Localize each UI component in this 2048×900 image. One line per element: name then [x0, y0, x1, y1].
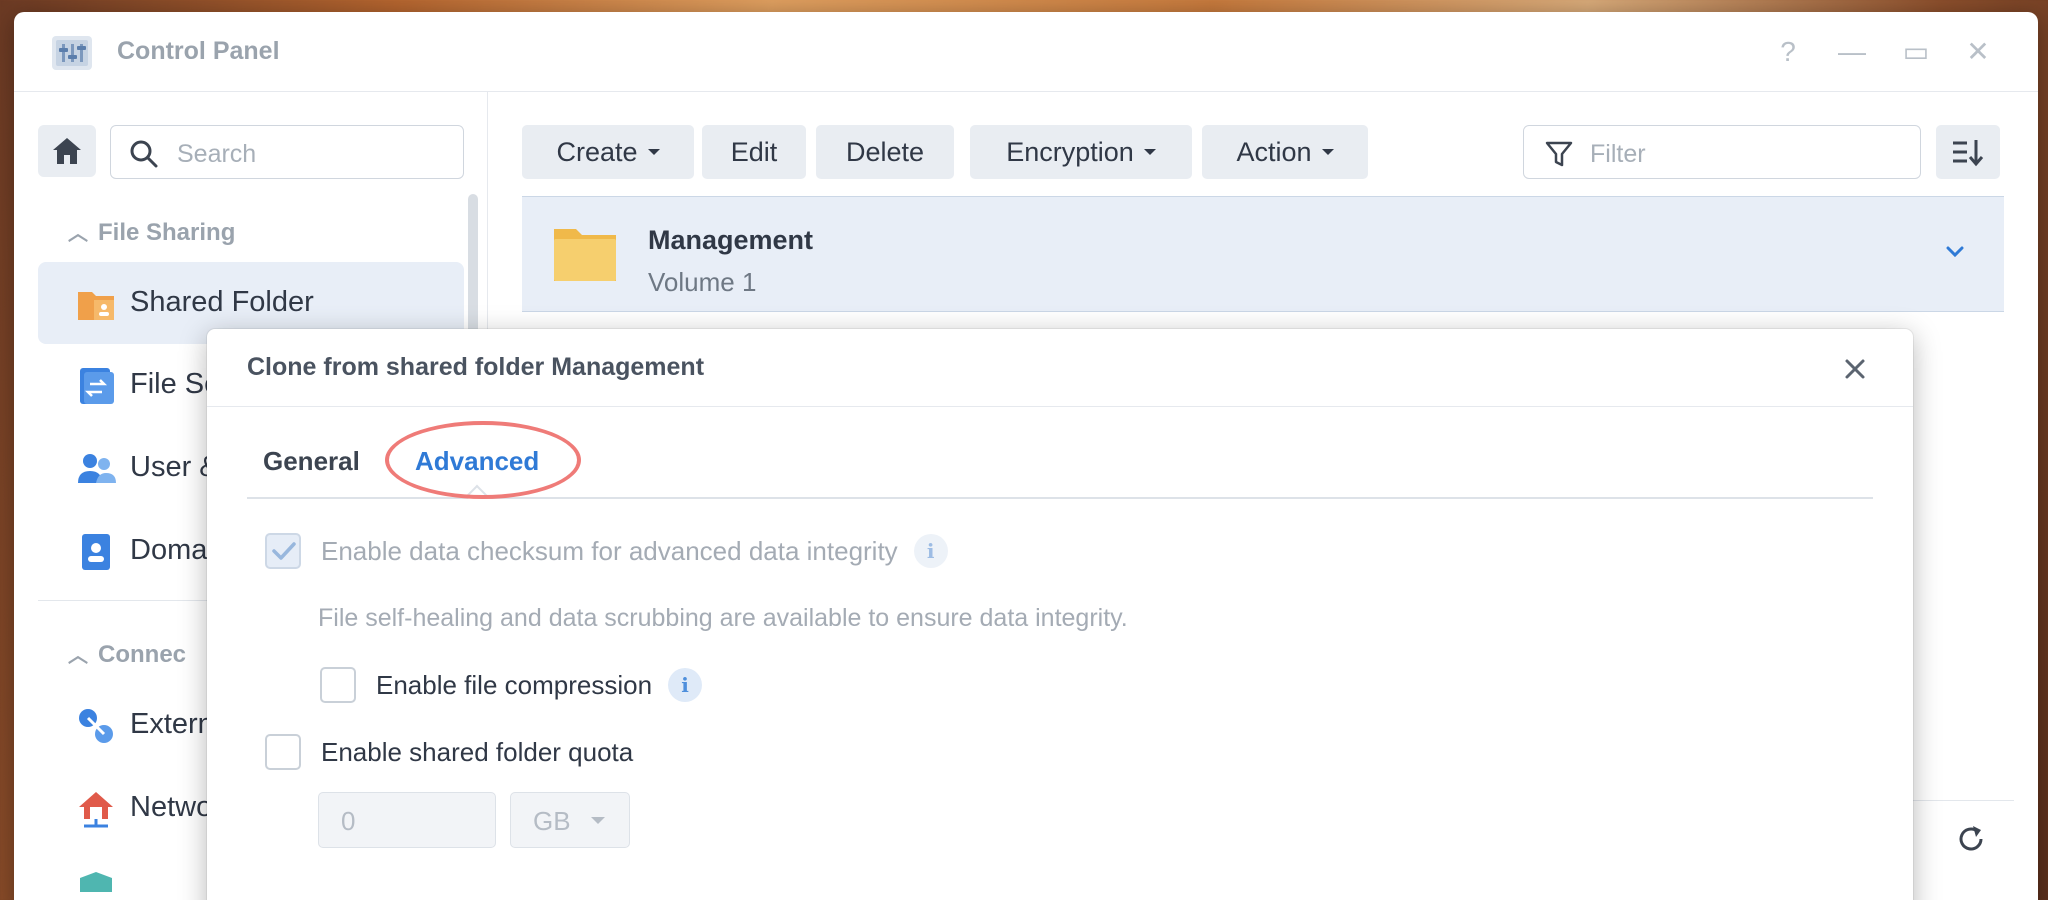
filter-placeholder: Filter: [1590, 140, 1646, 168]
minimize-button[interactable]: —: [1834, 34, 1870, 70]
delete-label: Delete: [845, 136, 925, 167]
filter-icon: [1545, 141, 1573, 167]
sidebar-item-label: Domai: [130, 534, 214, 566]
section-connectivity[interactable]: ︿ Connec: [68, 639, 186, 669]
external-access-icon: [79, 709, 113, 743]
caret-down-icon: [1321, 149, 1334, 155]
edit-button[interactable]: Edit: [702, 125, 806, 179]
section-title: Connec: [98, 641, 187, 668]
checksum-description: File self-healing and data scrubbing are…: [318, 604, 1128, 632]
security-icon: [80, 872, 112, 892]
sort-button[interactable]: [1936, 125, 2000, 179]
create-button[interactable]: Create: [522, 125, 694, 179]
sidebar-search-input[interactable]: Search: [110, 125, 464, 179]
chevron-up-icon: ︿: [68, 645, 88, 667]
caret-down-icon: [1143, 149, 1156, 155]
maximize-button[interactable]: ▭: [1898, 34, 1934, 70]
quota-unit: GB: [533, 806, 571, 836]
compression-checkbox[interactable]: [320, 667, 356, 703]
sidebar-item-label: Shared Folder: [130, 286, 314, 318]
help-button[interactable]: ?: [1770, 34, 1806, 70]
folder-name: Management: [648, 225, 814, 255]
search-icon: [130, 140, 158, 168]
checkmark-icon: [272, 542, 296, 560]
quota-value: 0: [341, 806, 356, 836]
clone-folder-dialog: Clone from shared folder Management Gene…: [207, 329, 1913, 900]
section-title: File Sharing: [98, 219, 236, 246]
title-bar: Control Panel ? — ▭ ✕: [14, 12, 2038, 92]
edit-label: Edit: [730, 136, 778, 167]
home-button[interactable]: [38, 125, 96, 177]
filter-input[interactable]: Filter: [1523, 125, 1921, 179]
info-icon[interactable]: i: [668, 668, 703, 702]
tab-general[interactable]: General: [263, 446, 360, 477]
action-label: Action: [1236, 136, 1312, 167]
caret-down-icon: [647, 149, 660, 155]
checksum-checkbox[interactable]: [265, 533, 301, 569]
domain-ldap-icon: [82, 534, 110, 570]
window-title: Control Panel: [117, 37, 280, 65]
folder-volume: Volume 1: [648, 267, 757, 297]
quota-checkbox[interactable]: [265, 734, 301, 770]
delete-button[interactable]: Delete: [816, 125, 954, 179]
folder-icon: [554, 229, 616, 281]
quota-unit-select[interactable]: GB: [510, 792, 630, 848]
refresh-icon[interactable]: [1954, 822, 1988, 856]
file-services-icon: [80, 368, 114, 404]
folder-row[interactable]: Management Volume 1: [522, 196, 2004, 312]
compression-option[interactable]: Enable file compression i: [320, 667, 703, 703]
compression-label: Enable file compression: [376, 669, 653, 700]
sidebar-item-label: Extern: [130, 708, 214, 740]
caret-down-icon: [591, 817, 605, 824]
checksum-option[interactable]: Enable data checksum for advanced data i…: [265, 533, 948, 569]
quota-size-input[interactable]: 0: [318, 792, 496, 848]
encryption-label: Encryption: [1006, 136, 1134, 167]
highlight-annotation: [385, 421, 581, 499]
control-panel-app-icon: [52, 36, 92, 70]
close-window-button[interactable]: ✕: [1960, 34, 1996, 70]
dialog-title: Clone from shared folder Management: [247, 353, 705, 381]
close-icon[interactable]: [1835, 349, 1875, 389]
checksum-label: Enable data checksum for advanced data i…: [321, 535, 898, 566]
chevron-up-icon: ︿: [68, 223, 88, 245]
sidebar-item-label: User &: [130, 451, 219, 483]
quota-option[interactable]: Enable shared folder quota: [265, 734, 633, 770]
sort-icon: [1953, 140, 1984, 167]
home-icon: [53, 138, 81, 164]
section-file-sharing[interactable]: ︿ File Sharing: [68, 217, 235, 247]
quota-label: Enable shared folder quota: [321, 736, 634, 767]
encryption-button[interactable]: Encryption: [970, 125, 1192, 179]
shared-folder-icon: [78, 292, 114, 320]
search-placeholder: Search: [177, 140, 257, 168]
action-button[interactable]: Action: [1202, 125, 1368, 179]
chevron-down-icon[interactable]: [1940, 237, 1970, 267]
user-group-icon: [78, 454, 116, 483]
create-label: Create: [556, 136, 638, 167]
network-icon: [79, 792, 113, 828]
info-icon[interactable]: i: [913, 534, 948, 568]
dialog-header-divider: [207, 406, 1913, 407]
